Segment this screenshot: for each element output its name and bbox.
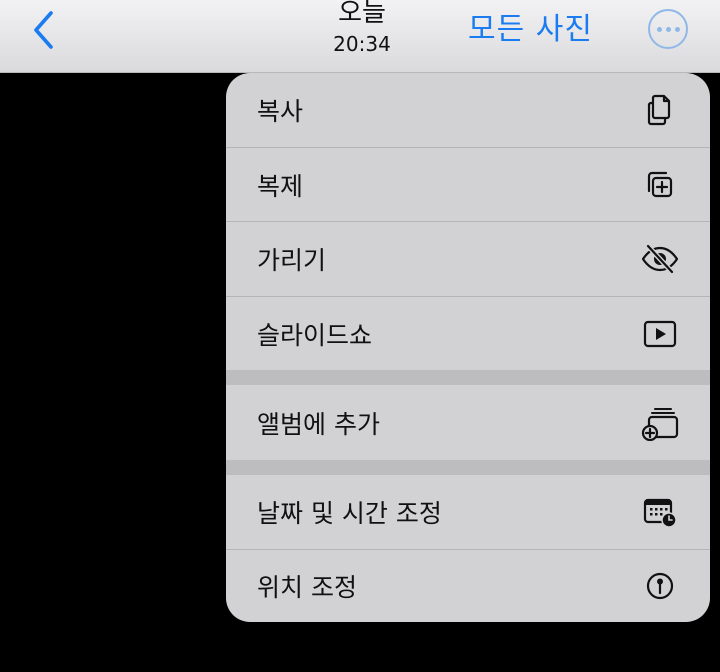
eye-slash-icon bbox=[640, 239, 680, 279]
more-button[interactable] bbox=[648, 9, 688, 49]
calendar-clock-icon bbox=[640, 492, 680, 532]
menu-item-label: 복사 bbox=[257, 97, 304, 126]
menu-item-label: 슬라이드쇼 bbox=[257, 320, 373, 350]
location-pin-icon bbox=[640, 566, 680, 606]
menu-section-gap bbox=[226, 370, 710, 385]
menu-item-duplicate[interactable]: 복제 bbox=[226, 148, 710, 221]
menu-item-label: 앨범에 추가 bbox=[257, 409, 380, 439]
chevron-left-icon bbox=[34, 11, 53, 49]
ellipsis-circle-icon bbox=[656, 26, 662, 32]
context-menu: 복사 복제 가리기 슬라이드쇼 앨범에 추가 날짜 및 시간 조정 위치 조정 bbox=[226, 73, 710, 622]
add-to-album-icon bbox=[640, 403, 680, 443]
menu-item-adjust-date-time[interactable]: 날짜 및 시간 조정 bbox=[226, 475, 710, 549]
nav-title: 오늘 bbox=[338, 0, 386, 28]
menu-item-label: 가리기 bbox=[257, 246, 327, 275]
nav-subtitle-time: 20:34 bbox=[333, 32, 391, 56]
duplicate-icon bbox=[640, 165, 680, 205]
menu-item-label: 복제 bbox=[257, 171, 304, 201]
menu-item-copy[interactable]: 복사 bbox=[226, 73, 710, 147]
copy-icon bbox=[640, 90, 680, 130]
menu-item-adjust-location[interactable]: 위치 조정 bbox=[226, 550, 710, 622]
play-rectangle-icon bbox=[640, 314, 680, 354]
menu-item-hide[interactable]: 가리기 bbox=[226, 222, 710, 296]
menu-item-label: 날짜 및 시간 조정 bbox=[257, 499, 442, 528]
navigation-bar: 오늘 20:34 모든 사진 bbox=[0, 0, 720, 73]
back-button[interactable] bbox=[24, 8, 64, 52]
menu-item-add-to-album[interactable]: 앨범에 추가 bbox=[226, 385, 710, 460]
all-photos-button[interactable]: 모든 사진 bbox=[468, 8, 593, 52]
menu-section-gap bbox=[226, 460, 710, 475]
menu-item-label: 위치 조정 bbox=[257, 573, 357, 602]
menu-item-slideshow[interactable]: 슬라이드쇼 bbox=[226, 297, 710, 370]
